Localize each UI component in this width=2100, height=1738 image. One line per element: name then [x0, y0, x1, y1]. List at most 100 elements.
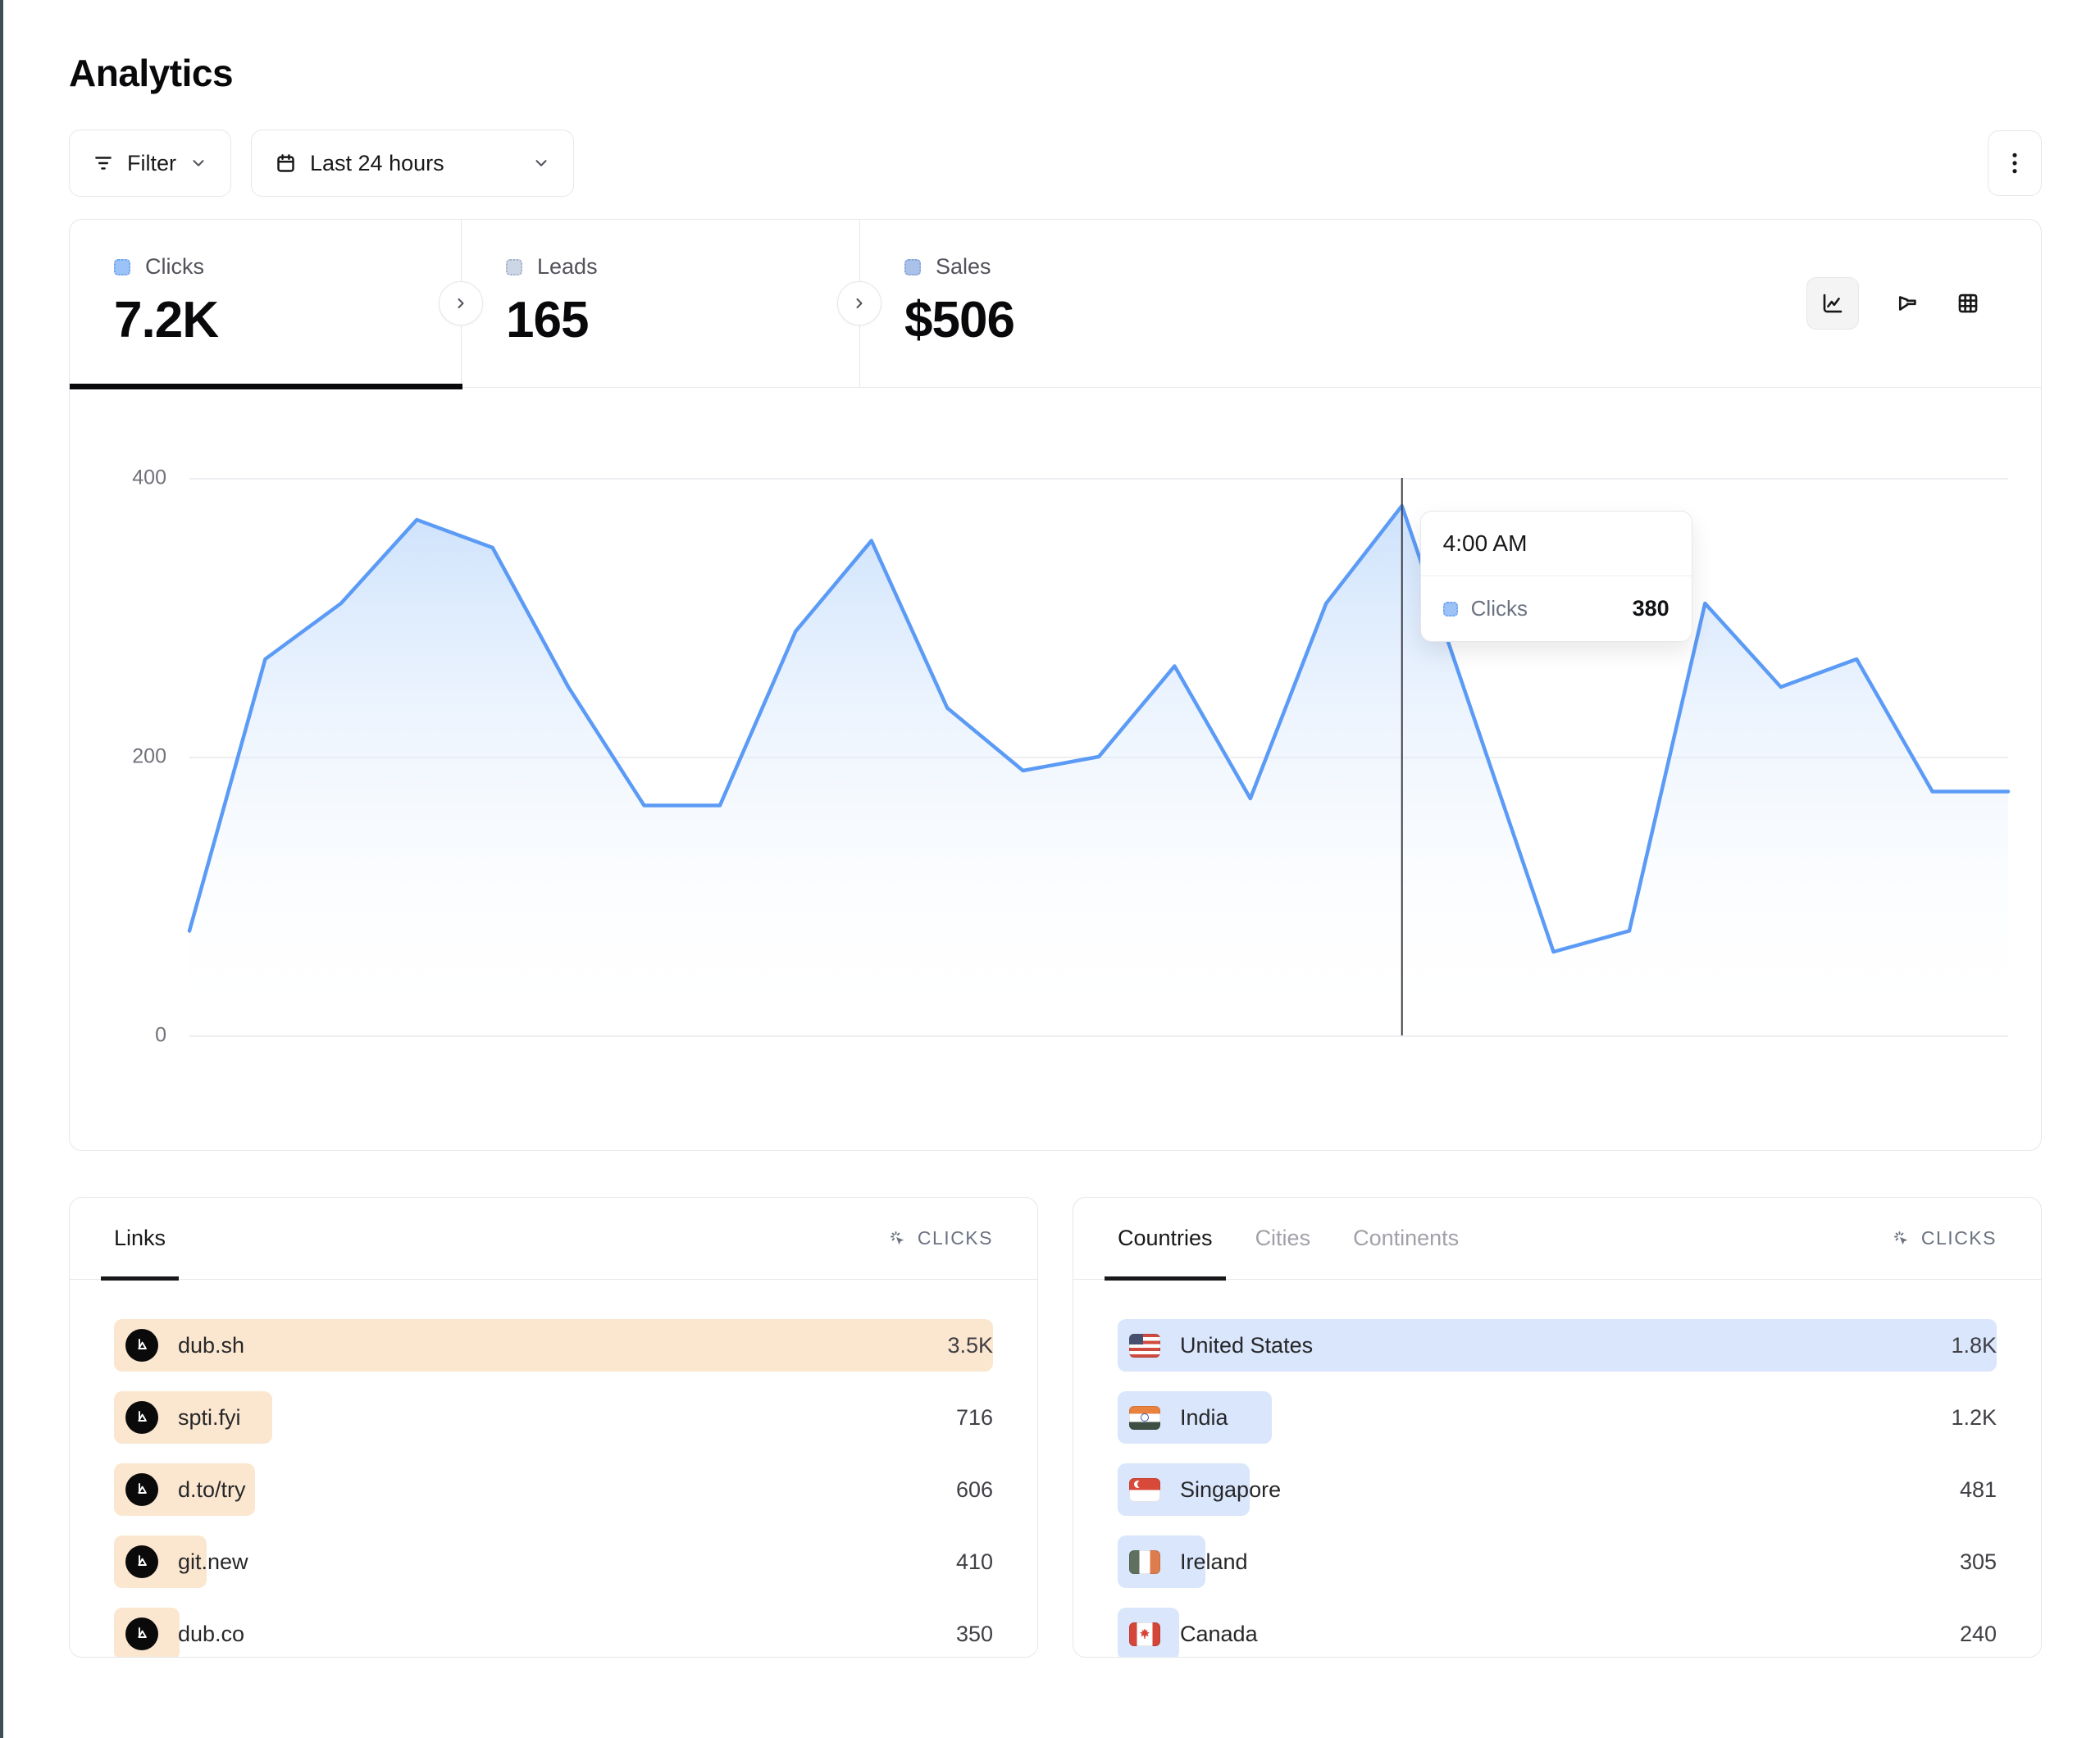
links-panel-header: Links CLICKS: [70, 1198, 1037, 1280]
metric-tab-clicks[interactable]: Clicks 7.2K: [70, 220, 462, 387]
links-panel: Links CLICKS dub.sh 3.5K spti.fyi 716: [69, 1197, 1038, 1658]
link-row[interactable]: git.new 410: [114, 1536, 993, 1588]
tooltip-time: 4:00 AM: [1421, 512, 1692, 576]
chart-area-fill: [189, 506, 2008, 1035]
country-clicks-value: 1.8K: [1951, 1333, 1997, 1358]
link-clicks-value: 716: [956, 1405, 993, 1431]
link-label: dub.sh: [178, 1333, 244, 1358]
metric-tab-leads[interactable]: Leads 165: [462, 220, 860, 387]
link-label: d.to/try: [178, 1477, 246, 1503]
chart-view-toggles: [1806, 277, 1980, 330]
date-range-button[interactable]: Last 24 hours: [251, 130, 574, 197]
chevron-down-icon: [189, 154, 207, 172]
countries-panel-header: Countries Cities Continents CLICKS: [1073, 1198, 2041, 1280]
links-metric-header-label: CLICKS: [918, 1227, 993, 1249]
chevron-down-icon: [532, 154, 550, 172]
controls-row: Filter Last 24 hours: [69, 130, 2042, 197]
country-clicks-value: 240: [1960, 1622, 1997, 1647]
chart-plot-area[interactable]: [189, 478, 2008, 1035]
metric-tabs-row: Clicks 7.2K Leads 165: [70, 220, 2041, 388]
next-metric-button[interactable]: [837, 281, 881, 325]
next-metric-button[interactable]: [439, 281, 483, 325]
page-title: Analytics: [69, 51, 2042, 95]
y-axis-tick-400: 400: [76, 466, 166, 490]
link-clicks-bar: [114, 1319, 993, 1372]
links-list: dub.sh 3.5K spti.fyi 716 d.to/try 606 gi…: [70, 1280, 1037, 1658]
filter-button[interactable]: Filter: [69, 130, 231, 197]
dub-logo-icon: [125, 1617, 158, 1650]
dub-logo-icon: [125, 1545, 158, 1578]
dub-logo-icon: [125, 1473, 158, 1506]
gridline-0: [189, 1035, 2008, 1037]
link-row[interactable]: dub.co 350: [114, 1608, 993, 1658]
country-label: Singapore: [1180, 1477, 1281, 1503]
clicks-metric-label: Clicks: [145, 254, 204, 280]
link-clicks-value: 350: [956, 1622, 993, 1647]
area-chart-svg: [189, 478, 2008, 1035]
y-axis-tick-0: 0: [76, 1024, 166, 1048]
x-axis-ticks: [189, 1049, 2008, 1085]
y-axis-tick-200: 200: [76, 745, 166, 769]
country-flag-icon: [1129, 1550, 1160, 1574]
link-label: git.new: [178, 1549, 248, 1575]
country-row[interactable]: Ireland 305: [1118, 1536, 1997, 1588]
chart-tooltip: 4:00 AM Clicks 380: [1420, 511, 1692, 642]
country-label: Canada: [1180, 1622, 1258, 1647]
more-options-button[interactable]: [1988, 130, 2042, 196]
countries-panel: Countries Cities Continents CLICKS Unite…: [1073, 1197, 2042, 1658]
country-label: India: [1180, 1405, 1228, 1431]
country-flag-icon: [1129, 1406, 1160, 1430]
country-clicks-value: 1.2K: [1951, 1405, 1997, 1431]
link-label: dub.co: [178, 1622, 244, 1647]
dub-logo-icon: [125, 1401, 158, 1434]
countries-metric-header-label: CLICKS: [1921, 1227, 1997, 1249]
chevron-right-icon: [851, 295, 868, 312]
date-range-label: Last 24 hours: [310, 151, 444, 176]
calendar-icon: [275, 152, 297, 175]
country-label: Ireland: [1180, 1549, 1248, 1575]
tab-links[interactable]: Links: [114, 1198, 166, 1279]
tooltip-series-label: Clicks: [1471, 596, 1528, 621]
country-row[interactable]: Canada 240: [1118, 1608, 1997, 1658]
funnel-icon: [1895, 291, 1920, 316]
link-label: spti.fyi: [178, 1405, 241, 1431]
line-chart-view-button[interactable]: [1806, 277, 1859, 330]
country-row[interactable]: India 1.2K: [1118, 1391, 1997, 1444]
link-clicks-value: 410: [956, 1549, 993, 1575]
country-row[interactable]: Singapore 481: [1118, 1463, 1997, 1516]
country-clicks-value: 305: [1960, 1549, 1997, 1575]
active-metric-underline: [70, 384, 462, 389]
link-row[interactable]: spti.fyi 716: [114, 1391, 993, 1444]
funnel-view-button[interactable]: [1895, 291, 1920, 316]
link-clicks-value: 606: [956, 1477, 993, 1503]
link-clicks-value: 3.5K: [947, 1333, 993, 1358]
tab-countries[interactable]: Countries: [1118, 1198, 1213, 1279]
countries-list: United States 1.8K India 1.2K Singapore …: [1073, 1280, 2041, 1658]
clicks-chart[interactable]: 400 200 0 4:00 AM: [70, 388, 2041, 1150]
line-chart-icon: [1820, 291, 1845, 316]
country-label: United States: [1180, 1333, 1313, 1358]
filter-button-label: Filter: [127, 151, 176, 176]
table-view-button[interactable]: [1956, 291, 1980, 316]
tooltip-clicks-swatch: [1443, 602, 1458, 616]
analytics-page: Analytics Filter Last 24 hours: [0, 0, 2100, 1658]
sales-metric-label: Sales: [936, 254, 991, 280]
country-row[interactable]: United States 1.8K: [1118, 1319, 1997, 1372]
screen-left-edge: [0, 0, 3, 1738]
clicks-metric-value: 7.2K: [114, 291, 461, 349]
chevron-right-icon: [453, 295, 469, 312]
country-flag-icon: [1129, 1622, 1160, 1646]
link-row[interactable]: dub.sh 3.5K: [114, 1319, 993, 1372]
links-metric-header[interactable]: CLICKS: [888, 1227, 993, 1249]
chart-hover-line: [1401, 478, 1403, 1035]
filter-icon: [93, 152, 114, 174]
link-row[interactable]: d.to/try 606: [114, 1463, 993, 1516]
tab-continents[interactable]: Continents: [1353, 1198, 1459, 1279]
countries-metric-header[interactable]: CLICKS: [1892, 1227, 1997, 1249]
tooltip-value: 380: [1633, 596, 1670, 621]
country-flag-icon: [1129, 1478, 1160, 1502]
leads-metric-value: 165: [506, 291, 859, 349]
tab-cities[interactable]: Cities: [1255, 1198, 1311, 1279]
leads-metric-label: Leads: [537, 254, 598, 280]
analytics-card: Clicks 7.2K Leads 165: [69, 219, 2042, 1151]
